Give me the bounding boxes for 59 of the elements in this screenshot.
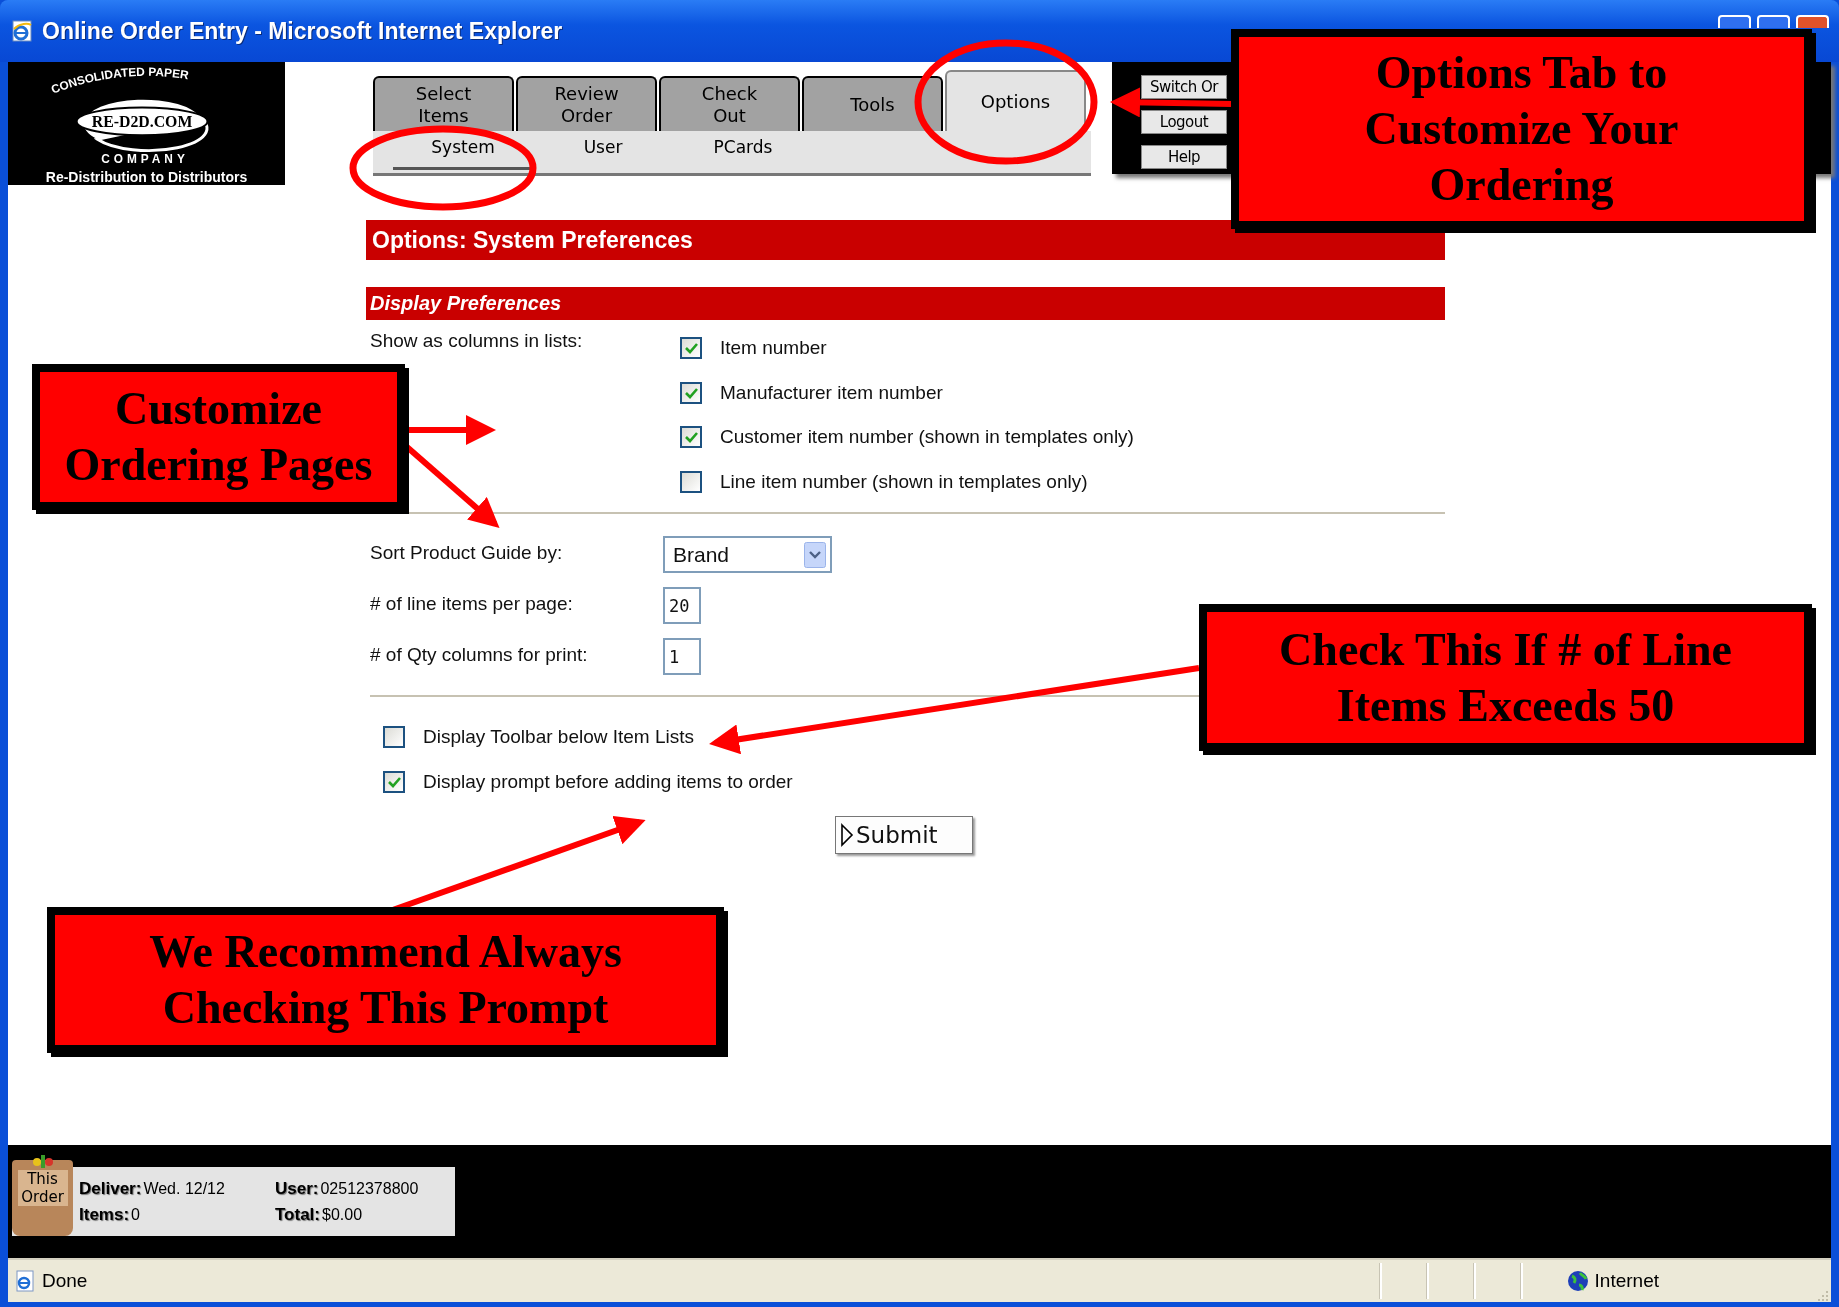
summary-label: Deliver: <box>79 1178 142 1199</box>
check-icon <box>684 386 698 399</box>
summary-value: 0 <box>131 1205 140 1224</box>
check-icon <box>387 775 401 788</box>
field-label: # of Qty columns for print: <box>369 643 589 666</box>
check-icon <box>684 342 698 355</box>
option-label: Customer item number (shown in templates only) <box>720 426 1134 449</box>
nav-tab[interactable]: Select Items <box>373 76 514 131</box>
field-label: # of line items per page: <box>369 592 574 615</box>
minimize-button[interactable] <box>1718 15 1751 28</box>
summary-value: Wed. 12/12 <box>143 1179 225 1198</box>
checkbox[interactable] <box>680 337 702 360</box>
checkbox[interactable] <box>680 381 702 404</box>
browser-icon <box>10 19 34 43</box>
checkbox[interactable] <box>680 470 702 493</box>
window-title: Online Order Entry - Microsoft Internet Explorer <box>42 17 563 45</box>
nav-tab[interactable]: Options <box>945 70 1086 131</box>
zone-label: Internet <box>1594 1270 1659 1292</box>
logo-wordmark: RE-D2D.COM <box>91 113 192 131</box>
header-button[interactable]: Help <box>1141 145 1227 169</box>
header-button[interactable]: Logout <box>1141 110 1227 134</box>
number-field[interactable]: 1 <box>663 638 701 675</box>
nav-tab[interactable]: Check Out <box>659 76 800 131</box>
option-label: Line item number (shown in templates only) <box>720 470 1088 493</box>
logo-bottom-text: COMPANY <box>100 152 189 167</box>
subtab[interactable]: User <box>533 131 673 167</box>
header-button[interactable]: Switch Or <box>1141 75 1227 99</box>
sort-dropdown[interactable]: Brand <box>663 536 832 573</box>
field-label: Sort Product Guide by: <box>369 541 564 564</box>
option-label: Item number <box>720 337 827 360</box>
page-title: Options: System Preferences <box>366 220 1445 260</box>
checkbox[interactable] <box>680 426 702 449</box>
field-label: Show as columns in lists: <box>369 329 584 352</box>
section-title: Display Preferences <box>366 287 1445 320</box>
summary-label: User: <box>275 1178 319 1199</box>
nav-tab[interactable]: Tools <box>802 76 943 131</box>
checkbox[interactable] <box>383 726 405 749</box>
subtab[interactable]: System <box>393 131 533 170</box>
option-label: Manufacturer item number <box>720 381 943 404</box>
maximize-button[interactable] <box>1757 15 1790 28</box>
summary-label: Total: <box>275 1204 320 1225</box>
number-field[interactable]: 20 <box>663 587 701 624</box>
option-label: Display prompt before adding items to order <box>423 770 793 793</box>
submit-button[interactable]: Submit <box>835 816 973 854</box>
check-icon <box>684 431 698 444</box>
summary-label: Items: <box>79 1204 130 1225</box>
status-text: Done <box>42 1270 88 1292</box>
globe-icon <box>1566 1270 1589 1292</box>
close-button[interactable] <box>1796 15 1829 28</box>
logo-tagline: Re-Distribution to Distributors <box>45 169 248 185</box>
nav-tab[interactable]: Review Order <box>516 76 657 131</box>
summary-value: $0.00 <box>322 1205 363 1224</box>
option-label: Display Toolbar below Item Lists <box>423 726 695 749</box>
resize-grip-icon <box>1815 1288 1829 1302</box>
subtab[interactable]: PCards <box>673 131 813 167</box>
play-icon <box>840 823 854 847</box>
summary-value: 02512378800 <box>320 1179 419 1198</box>
checkbox[interactable] <box>383 770 405 793</box>
page-icon <box>14 1270 36 1292</box>
